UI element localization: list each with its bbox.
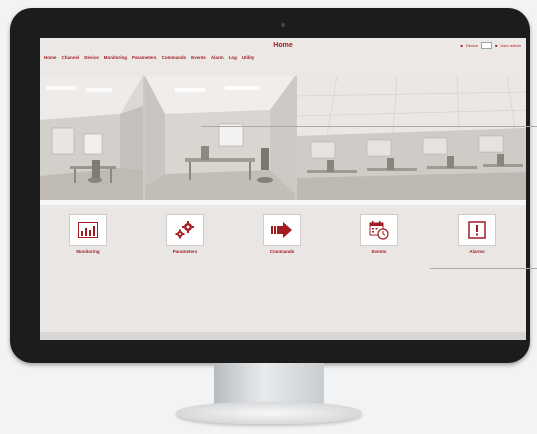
menu-item-log[interactable]: Log xyxy=(229,55,237,60)
office-image-center xyxy=(145,76,295,200)
screen-footer xyxy=(40,332,526,340)
tile-label: Monitoring xyxy=(76,249,100,254)
tile-row: Monitoring Parameters Commands Events Al… xyxy=(40,208,526,268)
tile-events[interactable]: Events xyxy=(351,214,407,254)
bar-chart-icon xyxy=(69,214,107,246)
menu-item-parameters[interactable]: Parameters xyxy=(132,55,157,60)
leader-line xyxy=(430,268,537,269)
screen: Home ■ Device ■ User admin Home Channel … xyxy=(40,38,526,340)
device-label[interactable]: Device xyxy=(466,43,478,48)
office-image-left xyxy=(40,76,143,200)
menu-item-home[interactable]: Home xyxy=(44,55,57,60)
menu-item-channel[interactable]: Channel xyxy=(62,55,80,60)
tile-alarms[interactable]: Alarms xyxy=(449,214,505,254)
gears-icon xyxy=(166,214,204,246)
calendar-clock-icon xyxy=(360,214,398,246)
tile-label: Events xyxy=(371,249,387,254)
exclamation-icon xyxy=(458,214,496,246)
tile-label: Commands xyxy=(269,249,295,254)
hero-divider xyxy=(40,200,526,205)
office-image-right xyxy=(297,76,526,200)
device-select[interactable] xyxy=(481,42,493,49)
menu-item-commands[interactable]: Commands xyxy=(162,55,187,60)
page-title: Home xyxy=(273,42,293,49)
bullet-icon: ■ xyxy=(495,43,498,48)
monitor-base xyxy=(176,402,362,424)
menu-item-utility[interactable]: Utility xyxy=(242,55,255,60)
user-label[interactable]: User admin xyxy=(501,43,521,48)
app-header: Home ■ Device ■ User admin Home Channel … xyxy=(40,38,526,76)
tile-label: Parameters xyxy=(172,249,198,254)
menu-item-alarm[interactable]: Alarm xyxy=(211,55,224,60)
menu-item-events[interactable]: Events xyxy=(191,55,206,60)
leader-line xyxy=(201,126,537,127)
arrow-right-icon xyxy=(263,214,301,246)
menu-item-monitoring[interactable]: Monitoring xyxy=(104,55,127,60)
user-area: ■ Device ■ User admin xyxy=(460,42,521,49)
menu-bar: Home Channel Device Monitoring Parameter… xyxy=(44,55,254,60)
menu-item-device[interactable]: Device xyxy=(84,55,99,60)
hero-banner xyxy=(40,76,526,200)
camera-icon xyxy=(281,23,285,27)
tile-monitoring[interactable]: Monitoring xyxy=(60,214,116,254)
monitor-bezel: Home ■ Device ■ User admin Home Channel … xyxy=(10,8,530,363)
tile-commands[interactable]: Commands xyxy=(254,214,310,254)
tile-label: Alarms xyxy=(469,249,485,254)
bullet-icon: ■ xyxy=(460,43,463,48)
tile-parameters[interactable]: Parameters xyxy=(157,214,213,254)
